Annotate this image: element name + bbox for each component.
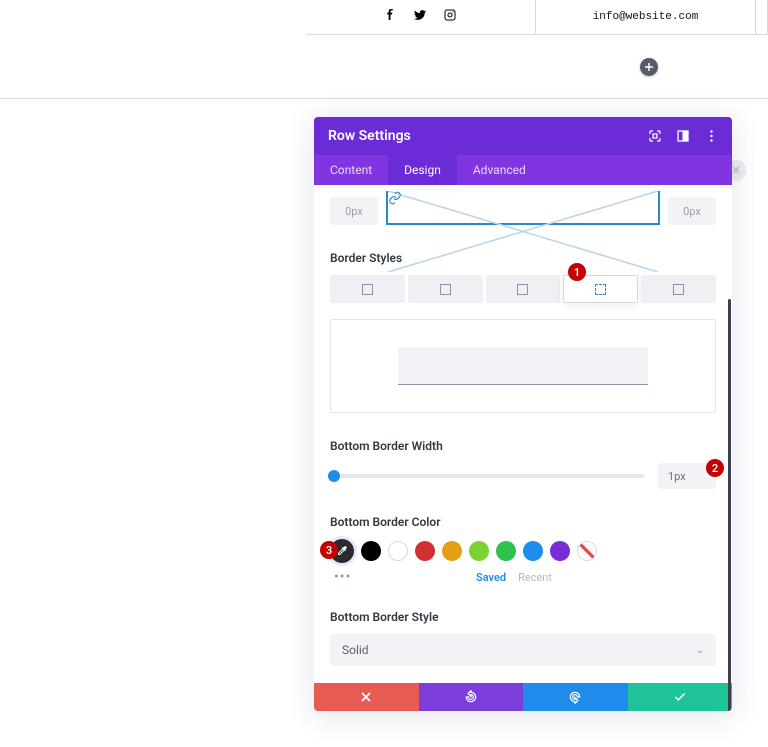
color-swatch-green[interactable] [496, 541, 516, 561]
square-dashed-icon [595, 284, 606, 295]
border-preview [330, 319, 716, 413]
expand-icon[interactable] [648, 129, 662, 143]
border-style-option-5[interactable] [641, 275, 716, 303]
border-style-select-value: Solid [342, 643, 369, 657]
color-tab-recent[interactable]: Recent [518, 571, 552, 584]
margin-right-value[interactable]: 0px [668, 197, 716, 225]
snap-icon[interactable] [676, 129, 690, 143]
save-button[interactable] [628, 683, 733, 711]
page-divider [0, 98, 768, 99]
square-icon [362, 284, 373, 295]
modal-title: Row Settings [328, 128, 411, 144]
twitter-icon[interactable] [414, 9, 426, 25]
add-module-button[interactable] [640, 58, 658, 76]
contact-email[interactable]: info@website.com [593, 11, 699, 23]
square-icon [517, 284, 528, 295]
color-swatch-row: 3 [330, 539, 716, 563]
facebook-icon[interactable] [385, 9, 396, 25]
border-styles-row: 1 [330, 275, 716, 303]
select-caret-icon: ⌄ [696, 645, 704, 656]
social-cell [306, 0, 536, 35]
border-preview-inner [398, 347, 648, 385]
border-style-option-3[interactable] [486, 275, 561, 303]
color-tab-saved[interactable]: Saved [476, 571, 506, 584]
tab-design[interactable]: Design [388, 155, 457, 185]
color-swatch-lime[interactable] [469, 541, 489, 561]
undo-button[interactable] [419, 683, 524, 711]
modal-header: Row Settings [314, 117, 732, 155]
border-style-option-1[interactable] [330, 275, 405, 303]
border-width-slider[interactable] [330, 474, 644, 478]
color-swatch-none[interactable] [577, 541, 597, 561]
border-style-option-2[interactable] [408, 275, 483, 303]
slider-knob[interactable] [328, 470, 340, 482]
page-topbar: info@website.com [0, 0, 768, 35]
modal-footer [314, 683, 732, 711]
color-tabs: Saved Recent [476, 571, 716, 584]
row-settings-modal: Row Settings Content Design Advanced 0px [314, 117, 732, 711]
callout-badge-1: 1 [568, 263, 586, 281]
callout-badge-3: 3 [320, 541, 338, 559]
bottom-border-style-label: Bottom Border Style [330, 610, 716, 624]
instagram-icon[interactable] [444, 9, 456, 25]
square-icon [673, 284, 684, 295]
color-swatch-white[interactable] [388, 541, 408, 561]
modal-tabs: Content Design Advanced [314, 155, 732, 185]
kebab-icon[interactable] [704, 129, 718, 143]
color-swatch-blue[interactable] [523, 541, 543, 561]
border-width-slider-row: 1px 2 [330, 463, 716, 489]
cancel-button[interactable] [314, 683, 419, 711]
bottom-border-width-label: Bottom Border Width [330, 439, 716, 453]
color-swatch-purple[interactable] [550, 541, 570, 561]
modal-header-icons [648, 129, 718, 143]
callout-badge-2: 2 [706, 459, 724, 477]
color-swatch-red[interactable] [415, 541, 435, 561]
redo-button[interactable] [523, 683, 628, 711]
scrollbar[interactable] [728, 299, 731, 711]
email-cell: info@website.com [536, 0, 756, 35]
color-swatch-black[interactable] [361, 541, 381, 561]
tab-advanced[interactable]: Advanced [457, 155, 542, 185]
bottom-border-color-label: Bottom Border Color [330, 515, 716, 529]
modal-body: 0px 0px Border Styles 1 Bot [314, 185, 732, 683]
tab-content[interactable]: Content [314, 155, 388, 185]
color-swatch-orange[interactable] [442, 541, 462, 561]
topbar-inner: info@website.com [306, 0, 768, 35]
social-icons [385, 9, 456, 25]
margin-preview-row: 0px 0px [330, 191, 716, 225]
margin-preview-box [386, 191, 660, 225]
square-icon [440, 284, 451, 295]
margin-left-value[interactable]: 0px [330, 197, 378, 225]
border-style-select[interactable]: Solid ⌄ [330, 634, 716, 666]
topbar-spacer [756, 0, 768, 35]
